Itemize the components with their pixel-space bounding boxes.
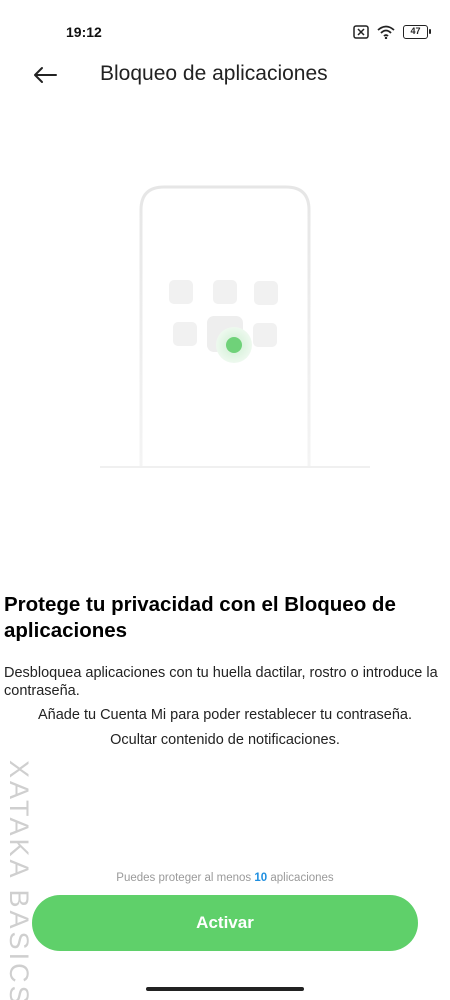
hide-notifications-info: Ocultar contenido de notificaciones. xyxy=(110,732,340,748)
hint-count: 10 xyxy=(254,872,268,884)
battery-icon: 47 xyxy=(403,25,431,39)
app-bar: Bloqueo de aplicaciones xyxy=(0,50,450,100)
activate-button[interactable]: Activar xyxy=(32,895,418,951)
page-title: Bloqueo de aplicaciones xyxy=(100,62,328,85)
description: Desbloquea aplicaciones con tu huella da… xyxy=(4,665,438,699)
app-tile xyxy=(213,280,237,304)
status-icons: 47 xyxy=(353,24,431,40)
app-tile xyxy=(253,323,277,347)
min-apps-hint: Puedes proteger al menos 10 aplicaciones xyxy=(0,872,450,884)
home-indicator[interactable] xyxy=(146,987,304,991)
app-tile xyxy=(254,281,278,305)
no-sim-icon xyxy=(353,25,369,39)
status-time: 19:12 xyxy=(66,24,102,40)
app-tile xyxy=(173,322,197,346)
wifi-icon xyxy=(377,25,395,39)
phone-illustration xyxy=(100,185,370,468)
headline: Protege tu privacidad con el Bloqueo de … xyxy=(4,593,396,642)
back-button[interactable] xyxy=(28,60,62,90)
account-reset-info: Añade tu Cuenta Mi para poder restablece… xyxy=(37,707,412,723)
app-tile xyxy=(169,280,193,304)
hint-prefix: Puedes proteger al menos xyxy=(116,872,252,884)
fingerprint-dot xyxy=(226,337,242,353)
hint-suffix: aplicaciones xyxy=(270,872,334,884)
arrow-left-icon xyxy=(34,67,57,83)
